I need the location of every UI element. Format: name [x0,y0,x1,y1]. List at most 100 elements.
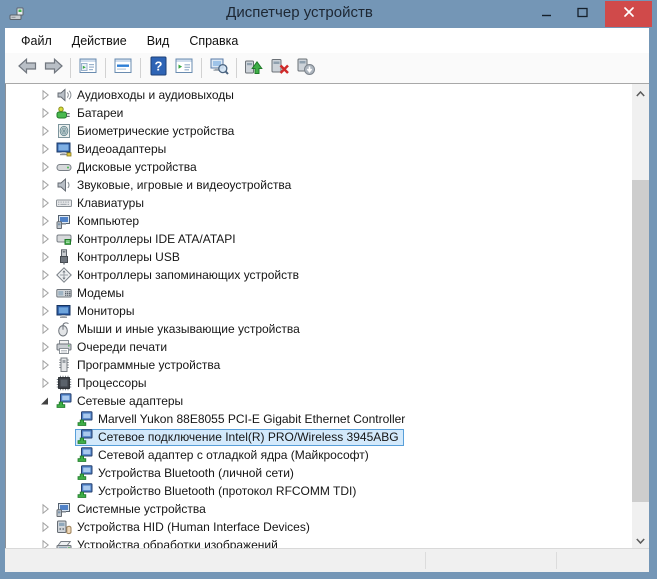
tree-item-node[interactable]: Сетевой адаптер с отладкой ядра (Майкрос… [75,447,374,464]
tree-item[interactable]: Звуковые, игровые и видеоустройства [6,176,632,194]
tree-item-node[interactable]: Процессоры [54,375,152,392]
console-tree-icon [78,56,98,81]
tree-item-node[interactable]: Батареи [54,105,128,122]
tree-item-node[interactable]: Контроллеры IDE ATA/ATAPI [54,231,241,248]
tree-item-node[interactable]: Marvell Yukon 88E8055 PCI-E Gigabit Ethe… [75,411,410,428]
menu-action[interactable]: Действие [63,31,136,51]
tree-item-node[interactable]: Очереди печати [54,339,172,356]
expander-collapsed-icon[interactable] [37,213,54,229]
scroll-up-button[interactable] [632,84,649,101]
expander-collapsed-icon[interactable] [37,339,54,355]
uninstall-device-button[interactable] [267,56,293,80]
expander-collapsed-icon[interactable] [37,141,54,157]
tree-item-node[interactable]: Клавиатуры [54,195,149,212]
tree-item-node[interactable]: Модемы [54,285,129,302]
tree-item-node[interactable]: Аудиовходы и аудиовыходы [54,87,239,104]
tree-item[interactable]: Очереди печати [6,338,632,356]
tree-item-node[interactable]: Устройства Bluetooth (личной сети) [75,465,299,482]
disable-device-button[interactable] [293,56,319,80]
expander-collapsed-icon[interactable] [37,105,54,121]
tree-item-label: Устройства Bluetooth (личной сети) [98,466,294,480]
menu-view[interactable]: Вид [138,31,179,51]
tree-item-node[interactable]: Контроллеры запоминающих устройств [54,267,304,284]
expander-collapsed-icon[interactable] [37,375,54,391]
help-button[interactable]: ? [145,56,171,80]
tree-item[interactable]: Сетевое подключение Intel(R) PRO/Wireles… [6,428,632,446]
close-button[interactable] [605,1,652,27]
tree-item-node[interactable]: Устройства HID (Human Interface Devices) [54,519,315,536]
tree-item[interactable]: Marvell Yukon 88E8055 PCI-E Gigabit Ethe… [6,410,632,428]
expander-collapsed-icon[interactable] [37,195,54,211]
tree-item[interactable]: Устройства обработки изображений [6,536,632,548]
tree-item[interactable]: Мыши и иные указывающие устройства [6,320,632,338]
tree-item[interactable]: Компьютер [6,212,632,230]
menu-file[interactable]: Файл [21,31,61,51]
tree-item-node[interactable]: Устройства обработки изображений [54,537,283,549]
tree-item[interactable]: Системные устройства [6,500,632,518]
tree-item-node[interactable]: Сетевые адаптеры [54,393,188,410]
tree-item-node[interactable]: Мыши и иные указывающие устройства [54,321,305,338]
tree-item[interactable]: Биометрические устройства [6,122,632,140]
minimize-button[interactable] [531,0,561,27]
action-pane-button[interactable] [171,56,197,80]
back-button[interactable] [14,56,40,80]
tree-item-node[interactable]: Контроллеры USB [54,249,185,266]
properties-button[interactable] [110,56,136,80]
tree-item-node[interactable]: Биометрические устройства [54,123,239,140]
tree-item-node[interactable]: Дисковые устройства [54,159,202,176]
menu-help[interactable]: Справка [180,31,247,51]
tree-item[interactable]: Клавиатуры [6,194,632,212]
expander-collapsed-icon[interactable] [37,501,54,517]
tree-item[interactable]: Контроллеры IDE ATA/ATAPI [6,230,632,248]
expander-expanded-icon[interactable] [37,393,54,409]
tree-item-label: Контроллеры USB [77,250,180,264]
tree-item-label: Биометрические устройства [77,124,234,138]
expander-collapsed-icon[interactable] [37,267,54,283]
tree-item[interactable]: Устройства Bluetooth (личной сети) [6,464,632,482]
expander-collapsed-icon[interactable] [37,321,54,337]
tree-item-node[interactable]: Сетевое подключение Intel(R) PRO/Wireles… [75,429,404,446]
tree-item[interactable]: Процессоры [6,374,632,392]
expander-collapsed-icon[interactable] [37,177,54,193]
vertical-scrollbar[interactable] [632,84,649,548]
expander-collapsed-icon[interactable] [37,123,54,139]
scrollbar-thumb[interactable] [632,180,649,502]
expander-collapsed-icon[interactable] [37,159,54,175]
expander-collapsed-icon[interactable] [37,303,54,319]
tree-item[interactable]: Батареи [6,104,632,122]
show-console-tree-button[interactable] [75,56,101,80]
tree-item[interactable]: Видеоадаптеры [6,140,632,158]
tree-item[interactable]: Сетевой адаптер с отладкой ядра (Майкрос… [6,446,632,464]
tree-item[interactable]: Устройства HID (Human Interface Devices) [6,518,632,536]
tree-item[interactable]: Устройство Bluetooth (протокол RFCOMM TD… [6,482,632,500]
tree-item[interactable]: Мониторы [6,302,632,320]
update-driver-button[interactable] [241,56,267,80]
tree-item[interactable]: Контроллеры USB [6,248,632,266]
expander-collapsed-icon[interactable] [37,231,54,247]
tree-item-node[interactable]: Звуковые, игровые и видеоустройства [54,177,296,194]
tree-item-node[interactable]: Устройство Bluetooth (протокол RFCOMM TD… [75,483,361,500]
tree-item-node[interactable]: Мониторы [54,303,139,320]
forward-button[interactable] [40,56,66,80]
tree-item[interactable]: Контроллеры запоминающих устройств [6,266,632,284]
expander-collapsed-icon[interactable] [37,87,54,103]
expander-collapsed-icon[interactable] [37,357,54,373]
tree-item-node[interactable]: Программные устройства [54,357,225,374]
expander-collapsed-icon[interactable] [37,285,54,301]
tree-item-node[interactable]: Системные устройства [54,501,211,518]
tree-item[interactable]: Программные устройства [6,356,632,374]
tree-item[interactable]: Аудиовходы и аудиовыходы [6,86,632,104]
titlebar[interactable]: Диспетчер устройств [0,0,657,28]
system-device-icon [56,501,72,517]
maximize-button[interactable] [565,0,599,27]
scroll-down-button[interactable] [632,531,649,548]
tree-item-node[interactable]: Компьютер [54,213,144,230]
expander-collapsed-icon[interactable] [37,519,54,535]
tree-item[interactable]: Модемы [6,284,632,302]
tree-item[interactable]: Сетевые адаптеры [6,392,632,410]
expander-collapsed-icon[interactable] [37,249,54,265]
tree-item-node[interactable]: Видеоадаптеры [54,141,171,158]
expander-collapsed-icon[interactable] [37,537,54,548]
tree-item[interactable]: Дисковые устройства [6,158,632,176]
scan-hardware-changes-button[interactable] [206,56,232,80]
